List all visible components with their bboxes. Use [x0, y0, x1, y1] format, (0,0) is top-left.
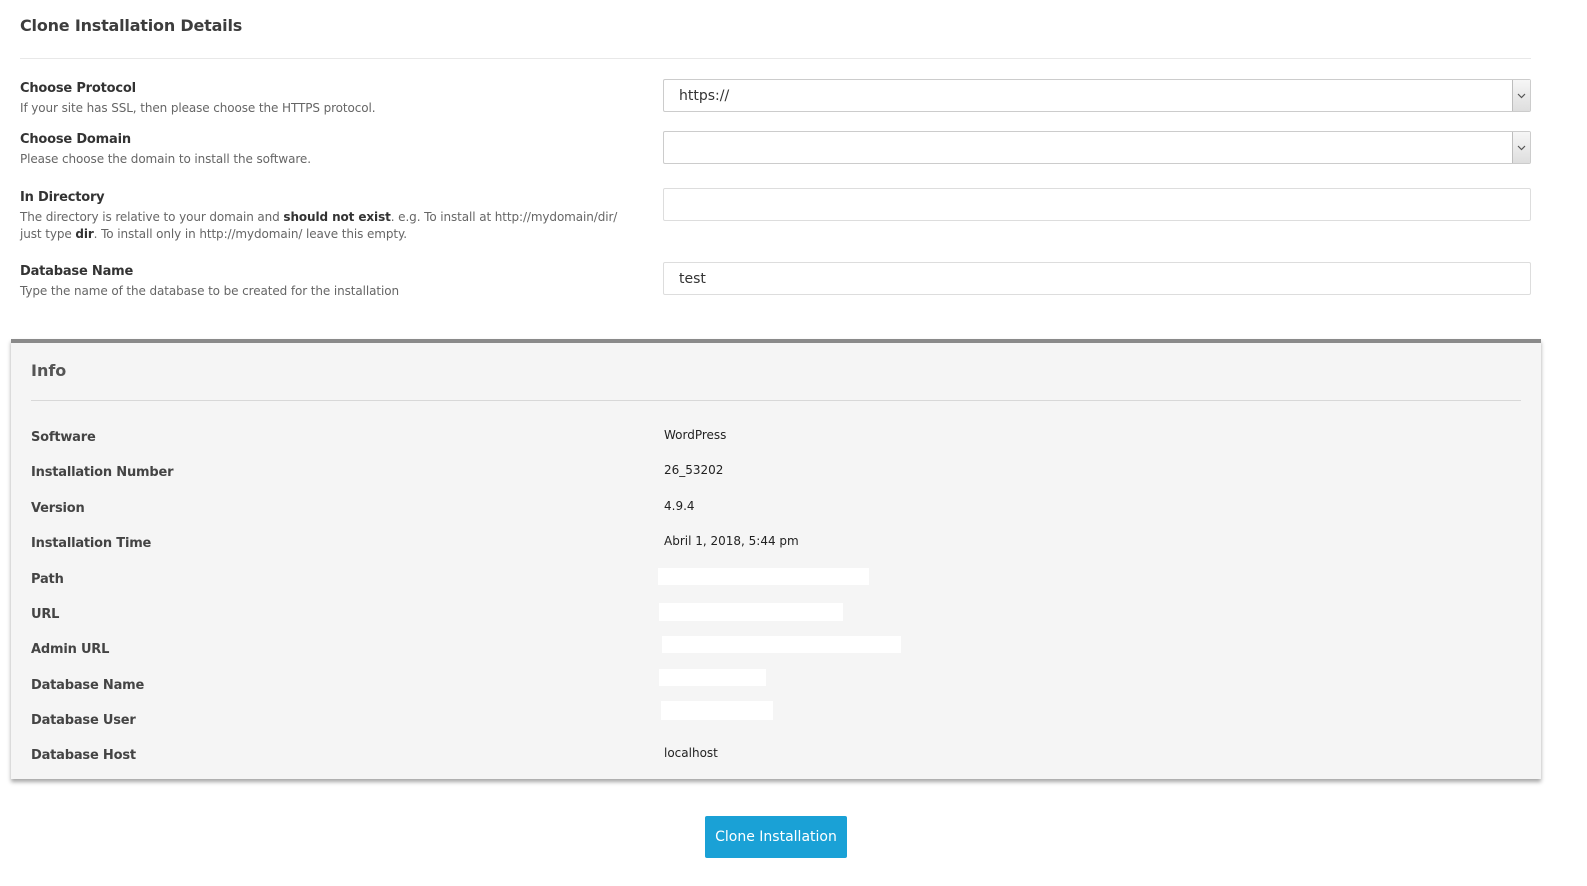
directory-help-text-3: . To install only in http://mydomain/ le… [93, 227, 407, 241]
info-divider [31, 400, 1521, 401]
info-label: Version [31, 501, 85, 516]
domain-label-group: Choose Domain Please choose the domain t… [20, 132, 630, 168]
database-name-input[interactable]: test [663, 262, 1531, 295]
info-row-path: Path [31, 568, 1521, 590]
info-label: Installation Number [31, 465, 174, 480]
redacted-value [658, 568, 869, 585]
directory-help: The directory is relative to your domain… [20, 209, 630, 243]
directory-help-text-1: The directory is relative to your domain… [20, 210, 284, 224]
info-row-installation-number: Installation Number 26_53202 [31, 463, 1521, 483]
info-label: Database User [31, 713, 136, 728]
section-divider [20, 58, 1531, 59]
info-value: 4.9.4 [664, 499, 695, 513]
directory-label: In Directory [20, 190, 105, 205]
info-row-database-name: Database Name [31, 669, 1521, 696]
domain-help: Please choose the domain to install the … [20, 152, 311, 166]
protocol-selected-value: https:// [679, 88, 730, 104]
directory-help-bold-1: should not exist [283, 210, 391, 224]
protocol-label-group: Choose Protocol If your site has SSL, th… [20, 81, 630, 117]
info-label: Database Host [31, 748, 136, 763]
clone-installation-button[interactable]: Clone Installation [705, 816, 847, 858]
clone-installation-page: Clone Installation Details Choose Protoc… [0, 0, 1587, 886]
info-panel: Info Software WordPress Installation Num… [11, 339, 1541, 779]
info-row-database-host: Database Host localhost [31, 746, 1521, 766]
info-label: Path [31, 572, 64, 587]
info-value: localhost [664, 746, 718, 760]
info-row-url: URL [31, 603, 1521, 625]
database-help: Type the name of the database to be crea… [20, 284, 399, 298]
redacted-value [659, 669, 766, 686]
info-row-database-user: Database User [31, 701, 1521, 731]
domain-label: Choose Domain [20, 132, 131, 147]
directory-help-bold-2: dir [75, 227, 94, 241]
database-label-group: Database Name Type the name of the datab… [20, 264, 630, 300]
info-label: Installation Time [31, 536, 152, 551]
info-label: URL [31, 607, 60, 622]
chevron-down-icon[interactable] [1512, 80, 1530, 111]
redacted-value [662, 636, 901, 653]
info-title: Info [31, 361, 67, 380]
info-value: WordPress [664, 428, 727, 442]
info-row-admin-url: Admin URL [31, 636, 1521, 660]
database-name-value: test [679, 271, 706, 287]
info-row-software: Software WordPress [31, 428, 1521, 448]
chevron-down-icon[interactable] [1512, 132, 1530, 163]
info-label: Admin URL [31, 642, 110, 657]
info-row-version: Version 4.9.4 [31, 499, 1521, 519]
info-value: Abril 1, 2018, 5:44 pm [664, 534, 799, 548]
redacted-value [661, 701, 773, 720]
section-title: Clone Installation Details [20, 16, 243, 35]
info-label: Database Name [31, 678, 145, 693]
info-label: Software [31, 430, 96, 445]
directory-input[interactable] [663, 188, 1531, 221]
info-value: 26_53202 [664, 463, 724, 477]
database-label: Database Name [20, 264, 134, 279]
info-row-installation-time: Installation Time Abril 1, 2018, 5:44 pm [31, 534, 1521, 554]
directory-label-group: In Directory The directory is relative t… [20, 190, 630, 243]
redacted-value [659, 603, 843, 621]
domain-select[interactable] [663, 131, 1531, 164]
protocol-select[interactable]: https:// [663, 79, 1531, 112]
protocol-label: Choose Protocol [20, 81, 136, 96]
protocol-help: If your site has SSL, then please choose… [20, 101, 376, 115]
